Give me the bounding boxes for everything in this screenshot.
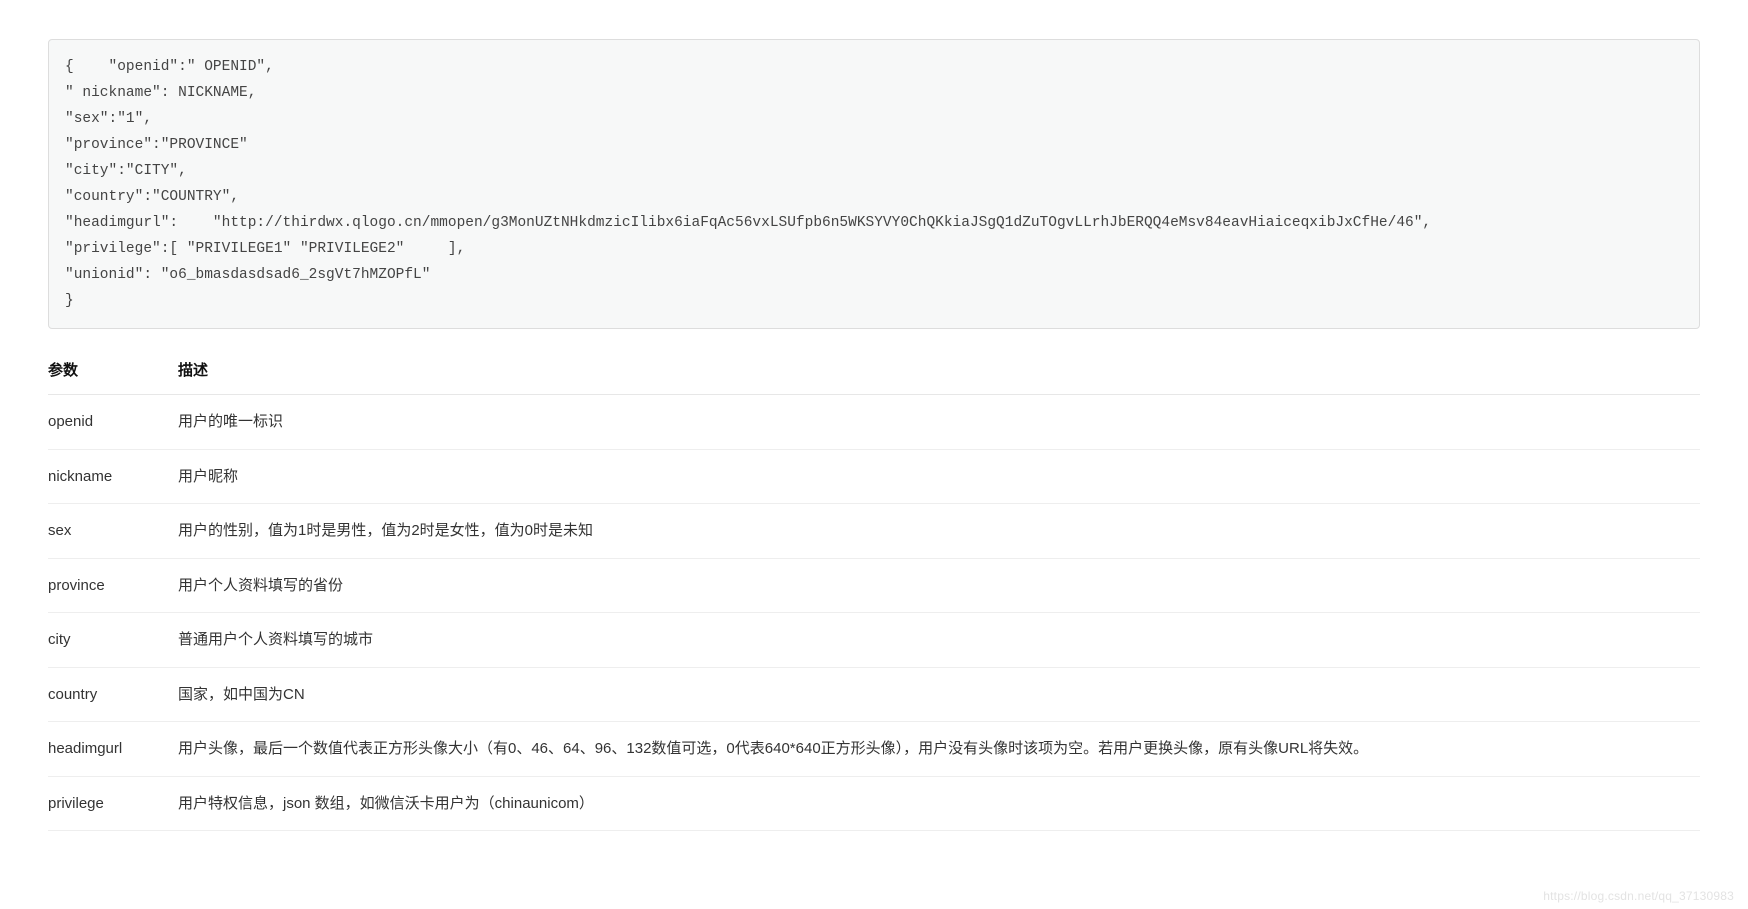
param-name: headimgurl xyxy=(48,722,178,777)
table-row: province 用户个人资料填写的省份 xyxy=(48,558,1700,613)
param-desc: 用户的唯一标识 xyxy=(178,395,1700,450)
table-row: country 国家，如中国为CN xyxy=(48,667,1700,722)
table-row: city 普通用户个人资料填写的城市 xyxy=(48,613,1700,668)
table-row: sex 用户的性别，值为1时是男性，值为2时是女性，值为0时是未知 xyxy=(48,504,1700,559)
header-desc: 描述 xyxy=(178,345,1700,395)
param-desc: 用户昵称 xyxy=(178,449,1700,504)
param-desc: 用户头像，最后一个数值代表正方形头像大小（有0、46、64、96、132数值可选… xyxy=(178,722,1700,777)
table-row: privilege 用户特权信息，json 数组，如微信沃卡用户为（chinau… xyxy=(48,776,1700,831)
param-name: city xyxy=(48,613,178,668)
param-name: sex xyxy=(48,504,178,559)
json-code-block: { "openid":" OPENID", " nickname": NICKN… xyxy=(48,39,1700,330)
table-row: headimgurl 用户头像，最后一个数值代表正方形头像大小（有0、46、64… xyxy=(48,722,1700,777)
param-desc: 用户个人资料填写的省份 xyxy=(178,558,1700,613)
header-param: 参数 xyxy=(48,345,178,395)
param-desc: 用户特权信息，json 数组，如微信沃卡用户为（chinaunicom） xyxy=(178,776,1700,831)
table-row: openid 用户的唯一标识 xyxy=(48,395,1700,450)
param-name: country xyxy=(48,667,178,722)
param-name: nickname xyxy=(48,449,178,504)
watermark-text: https://blog.csdn.net/qq_37130983 xyxy=(1543,889,1734,903)
table-header-row: 参数 描述 xyxy=(48,345,1700,395)
param-name: privilege xyxy=(48,776,178,831)
param-desc: 用户的性别，值为1时是男性，值为2时是女性，值为0时是未知 xyxy=(178,504,1700,559)
param-name: openid xyxy=(48,395,178,450)
page-container: { "openid":" OPENID", " nickname": NICKN… xyxy=(0,0,1748,855)
table-row: nickname 用户昵称 xyxy=(48,449,1700,504)
param-desc: 普通用户个人资料填写的城市 xyxy=(178,613,1700,668)
param-desc: 国家，如中国为CN xyxy=(178,667,1700,722)
param-name: province xyxy=(48,558,178,613)
params-table: 参数 描述 openid 用户的唯一标识 nickname 用户昵称 sex 用… xyxy=(48,345,1700,831)
